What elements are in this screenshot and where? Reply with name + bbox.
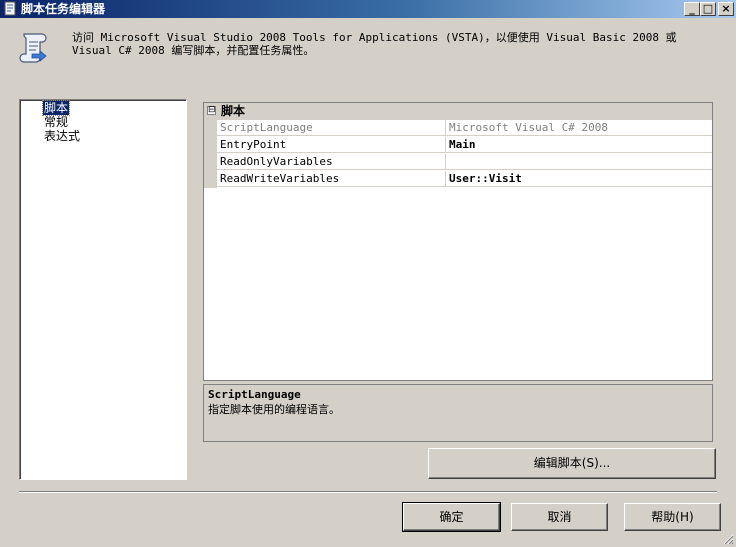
collapse-icon[interactable]: ⊟ bbox=[207, 106, 216, 115]
property-description-panel: ScriptLanguage 指定脚本使用的编程语言。 bbox=[203, 384, 713, 442]
row-gutter bbox=[204, 171, 217, 188]
property-name: ReadWriteVariables bbox=[217, 171, 446, 187]
property-row-scriptlanguage[interactable]: ScriptLanguage Microsoft Visual C# 2008 bbox=[204, 120, 712, 137]
header-description: 访问 Microsoft Visual Studio 2008 Tools fo… bbox=[72, 31, 684, 57]
nav-item-expressions[interactable]: 表达式 bbox=[43, 129, 81, 143]
minimize-button[interactable]: _ bbox=[684, 2, 700, 16]
property-category-script[interactable]: ⊟ 脚本 bbox=[204, 103, 712, 120]
nav-item-script[interactable]: 脚本 bbox=[41, 100, 71, 116]
script-scroll-icon bbox=[19, 33, 47, 63]
property-value[interactable]: Microsoft Visual C# 2008 bbox=[446, 120, 712, 136]
cancel-button[interactable]: 取消 bbox=[511, 503, 608, 531]
property-row-readwritevariables[interactable]: ReadWriteVariables User::Visit bbox=[204, 171, 712, 188]
edit-script-button[interactable]: 编辑脚本(S)... bbox=[428, 448, 716, 479]
help-button[interactable]: 帮助(H) bbox=[624, 503, 721, 531]
script-task-icon bbox=[4, 1, 16, 16]
ok-button[interactable]: 确定 bbox=[402, 502, 501, 532]
property-grid[interactable]: ⊟ 脚本 ScriptLanguage Microsoft Visual C# … bbox=[203, 102, 713, 381]
divider bbox=[19, 491, 717, 493]
maximize-button[interactable]: □ bbox=[700, 2, 716, 16]
description-text: 指定脚本使用的编程语言。 bbox=[208, 403, 340, 416]
page-navigation-list[interactable]: 脚本 常规 表达式 bbox=[19, 99, 187, 480]
property-value[interactable]: User::Visit bbox=[446, 171, 712, 187]
category-label: 脚本 bbox=[221, 104, 246, 118]
resize-grip-icon[interactable] bbox=[722, 533, 734, 545]
property-name: ReadOnlyVariables bbox=[217, 154, 446, 170]
description-title: ScriptLanguage bbox=[208, 388, 301, 401]
row-gutter bbox=[204, 120, 217, 137]
property-name: ScriptLanguage bbox=[217, 120, 446, 136]
property-row-readonlyvariables[interactable]: ReadOnlyVariables bbox=[204, 154, 712, 171]
close-button[interactable]: × bbox=[718, 2, 734, 16]
property-row-entrypoint[interactable]: EntryPoint Main bbox=[204, 137, 712, 154]
property-value[interactable] bbox=[446, 154, 712, 170]
nav-item-general[interactable]: 常规 bbox=[43, 115, 69, 129]
window-title: 脚本任务编辑器 bbox=[21, 2, 106, 16]
property-name: EntryPoint bbox=[217, 137, 446, 153]
property-value[interactable]: Main bbox=[446, 137, 712, 153]
row-gutter bbox=[204, 137, 217, 154]
title-bar[interactable]: 脚本任务编辑器 _ □ × bbox=[0, 0, 736, 18]
row-gutter bbox=[204, 154, 217, 171]
